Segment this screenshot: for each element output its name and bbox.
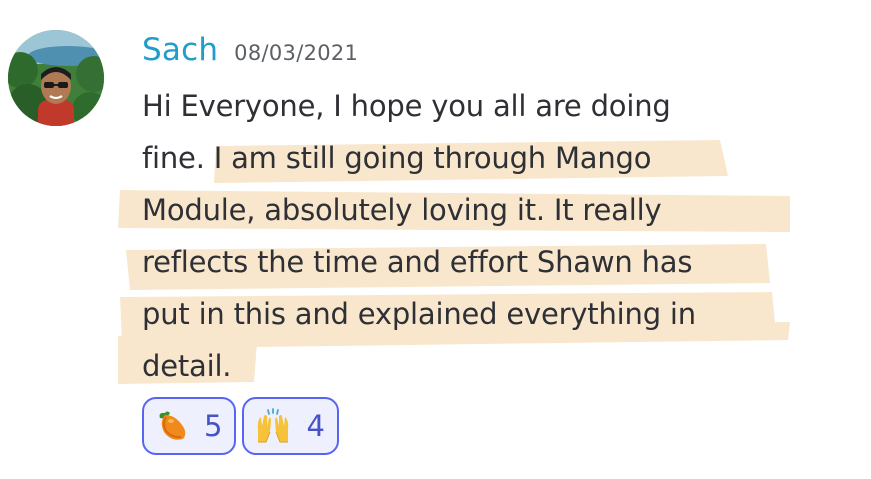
reaction-raising-hands[interactable]: 4 bbox=[242, 397, 339, 455]
message-header: Sach 08/03/2021 bbox=[142, 32, 358, 74]
chat-message: Sach 08/03/2021 Hi Everyone, I hope you … bbox=[0, 0, 871, 479]
message-line: reflects the time and effort Shawn has bbox=[142, 245, 693, 279]
message-body: Hi Everyone, I hope you all are doing fi… bbox=[142, 80, 762, 392]
mango-emoji-icon bbox=[159, 411, 186, 440]
message-line: put in this and explained everything in bbox=[142, 297, 696, 331]
avatar[interactable] bbox=[8, 30, 104, 126]
username[interactable]: Sach bbox=[142, 32, 218, 68]
message-line: detail. bbox=[142, 349, 232, 383]
reaction-count: 4 bbox=[306, 409, 325, 443]
reactions-bar: 5 4 bbox=[142, 397, 339, 455]
timestamp: 08/03/2021 bbox=[234, 41, 359, 65]
message-line: Hi Everyone, I hope you all are doing bbox=[142, 89, 671, 123]
message-line: Module, absolutely loving it. It really bbox=[142, 193, 662, 227]
message-line: fine. I am still going through Mango bbox=[142, 141, 652, 175]
reaction-count: 5 bbox=[204, 409, 223, 443]
raising-hands-emoji-icon bbox=[258, 408, 289, 443]
reaction-mango[interactable]: 5 bbox=[142, 397, 237, 455]
